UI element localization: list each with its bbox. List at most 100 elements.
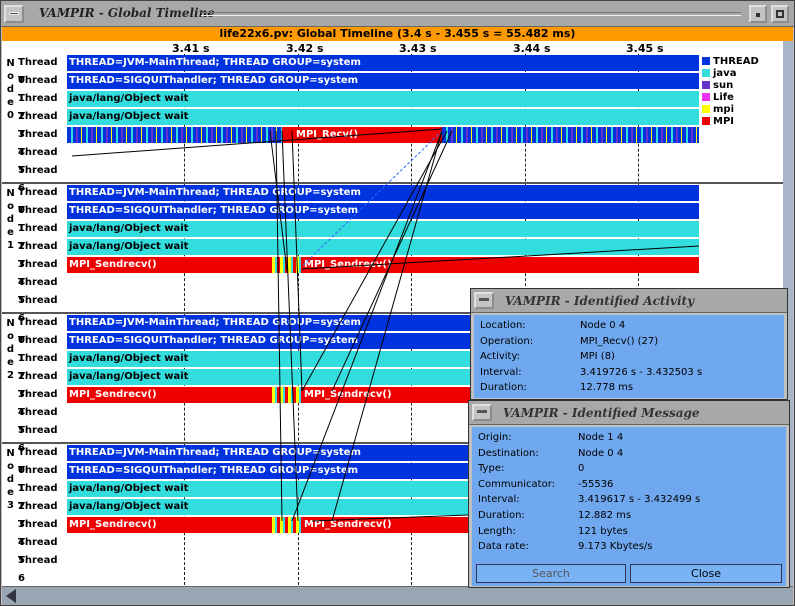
window-menu-button[interactable]	[4, 5, 24, 23]
node-label: 0	[7, 110, 14, 121]
dialog-field-label: Type:	[478, 463, 505, 475]
message-dialog-menu-button[interactable]	[472, 404, 492, 421]
dialog-field-label: Duration:	[478, 510, 525, 521]
title-grip	[201, 12, 741, 16]
time-tick-label: 3.43 s	[399, 42, 437, 55]
thread-activity-bar[interactable]: THREAD=SIGQUIThandler; THREAD GROUP=syst…	[67, 203, 699, 219]
thread-label: Thread 5	[18, 537, 58, 566]
java-activity-bar[interactable]: java/lang/Object wait	[67, 109, 699, 125]
legend-swatch	[702, 69, 710, 77]
thread-label: Thread 1	[18, 465, 58, 494]
node-label: e	[7, 357, 14, 368]
legend-label: MPI	[713, 116, 735, 127]
legend-swatch	[702, 117, 710, 125]
legend-entry: mpi	[702, 104, 759, 116]
dialog-field-label: Activity:	[480, 351, 521, 363]
horizontal-scrollbar[interactable]	[2, 586, 793, 605]
thread-activity-bar[interactable]: THREAD=SIGQUIThandler; THREAD GROUP=syst…	[67, 73, 699, 89]
thread-label: Thread 1	[18, 75, 58, 104]
java-activity-bar[interactable]: java/lang/Object wait	[67, 221, 699, 237]
maximize-button[interactable]	[771, 5, 789, 23]
legend-swatch	[702, 105, 710, 113]
thread-label: Thread 2	[18, 223, 58, 252]
thread-label: Thread 5	[18, 407, 58, 436]
scroll-left-arrow[interactable]	[6, 589, 16, 603]
thread-label: Thread 4	[18, 519, 58, 548]
thread-label: Thread 6	[18, 425, 58, 454]
minimize-icon	[756, 13, 760, 17]
window-menu-icon	[477, 410, 487, 413]
legend: THREAD java sun Life mpi MPI	[702, 56, 759, 128]
node-label: e	[7, 487, 14, 498]
node-label: o	[7, 461, 14, 472]
time-tick-label: 3.44 s	[513, 42, 551, 55]
time-tick-label: 3.42 s	[286, 42, 324, 55]
dialog-field-value: 3.419726 s - 3.432503 s	[580, 366, 703, 378]
message-dialog-body: Search Close Origin: Node 1 4 Destination:…	[472, 427, 786, 586]
dialog-field-value: -55536	[578, 478, 614, 490]
thread-label: Thread 2	[18, 93, 58, 122]
close-button[interactable]: Close	[630, 564, 782, 583]
search-button[interactable]: Search	[476, 564, 626, 583]
node-label: N	[6, 318, 15, 329]
identified-activity-dialog: VAMPIR - Identified Activity Location: No…	[470, 288, 788, 400]
thread-label: Thread 5	[18, 277, 58, 306]
node-label: e	[7, 97, 14, 108]
node-label: o	[7, 331, 14, 342]
legend-entry: sun	[702, 80, 759, 92]
java-activity-bar[interactable]: java/lang/Object wait	[67, 91, 699, 107]
dialog-field-value: 3.419617 s - 3.432499 s	[578, 494, 701, 506]
mpi-activity-label: MPI_Sendrecv()	[304, 259, 392, 270]
thread-label: Thread 2	[18, 353, 58, 382]
thread-label: Thread 3	[18, 241, 58, 270]
minimize-button[interactable]	[749, 5, 767, 23]
legend-swatch	[702, 93, 710, 101]
dialog-field-value: 0	[578, 463, 585, 475]
thread-activity-bar[interactable]: THREAD=JVM-MainThread; THREAD GROUP=syst…	[67, 55, 699, 71]
node-label: d	[6, 214, 15, 225]
node-label: N	[6, 448, 15, 459]
dialog-field-label: Operation:	[480, 335, 534, 347]
activity-dialog-title-bar[interactable]: VAMPIR - Identified Activity	[471, 289, 787, 313]
timeline-header: life22x6.pv: Global Timeline (3.4 s - 3.…	[2, 27, 793, 41]
dialog-field-label: Data rate:	[478, 541, 529, 553]
thread-label: Thread 1	[18, 335, 58, 364]
dialog-field-value: MPI (8)	[580, 351, 615, 363]
dialog-field-label: Interval:	[480, 366, 522, 378]
time-tick-label: 3.41 s	[172, 42, 210, 55]
dialog-field-value: Node 0 4	[578, 447, 624, 459]
legend-label: java	[713, 68, 737, 79]
dialog-field-label: Destination:	[478, 447, 539, 459]
thread-label: Thread 6	[18, 555, 58, 584]
legend-label: Life	[713, 92, 734, 103]
node-label: N	[6, 58, 15, 69]
dialog-field-label: Interval:	[478, 494, 520, 506]
title-bar[interactable]: VAMPIR - Global Timeline	[1, 1, 794, 27]
java-activity-bar[interactable]: java/lang/Object wait	[67, 239, 699, 255]
legend-swatch	[702, 81, 710, 89]
mpi-activity-label: MPI_Sendrecv()	[304, 389, 392, 400]
thread-label: Thread 3	[18, 371, 58, 400]
thread-label: Thread 0	[18, 317, 58, 346]
dialog-field-label: Duration:	[480, 382, 527, 394]
dialog-field-value: MPI_Recv() (27)	[580, 335, 659, 347]
activity-dialog-menu-button[interactable]	[474, 292, 494, 309]
legend-label: sun	[713, 80, 734, 91]
node-label: 3	[7, 500, 14, 511]
activity-dialog-title: VAMPIR - Identified Activity	[505, 294, 695, 308]
dialog-field-value: 12.778 ms	[580, 382, 634, 394]
thread-label: Thread 4	[18, 389, 58, 418]
thread-activity-bar[interactable]: THREAD=JVM-MainThread; THREAD GROUP=syst…	[67, 185, 699, 201]
dialog-field-label: Origin:	[478, 432, 512, 443]
thread-label: Thread 4	[18, 259, 58, 288]
thread-label: Thread 3	[18, 501, 58, 530]
dialog-field-label: Length:	[478, 525, 516, 537]
thread-label: Thread 0	[18, 447, 58, 476]
legend-swatch	[702, 57, 710, 65]
thread-label: Thread 6	[18, 165, 58, 194]
message-dialog-title-bar[interactable]: VAMPIR - Identified Message	[469, 401, 789, 425]
node-label: d	[6, 84, 15, 95]
mpi-recv-bar[interactable]: MPI_Recv()	[282, 127, 442, 143]
identified-message-dialog: VAMPIR - Identified Message Search Close…	[468, 400, 790, 588]
node-label: d	[6, 344, 15, 355]
